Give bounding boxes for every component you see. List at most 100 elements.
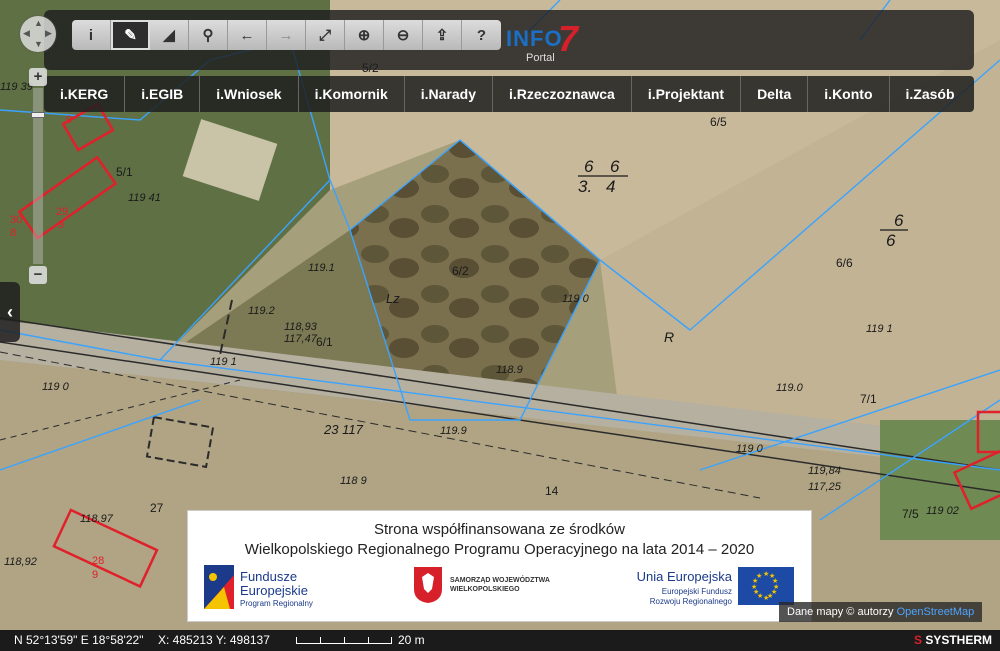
menu-item-komornik[interactable]: i.Komornik	[299, 76, 405, 112]
menu-item-konto[interactable]: i.Konto	[808, 76, 890, 112]
menu-item-zasob[interactable]: i.Zasób	[890, 76, 971, 112]
ruler-icon: ✎	[124, 27, 137, 44]
svg-text:★: ★	[763, 594, 769, 602]
building-label: 29	[56, 206, 68, 218]
building-label: 9	[58, 219, 64, 231]
search-button[interactable]: ⚲	[189, 20, 228, 50]
fraction-label: 4	[606, 177, 615, 196]
height-label: 118.97	[80, 513, 114, 525]
menu-item-delta[interactable]: Delta	[741, 76, 809, 112]
fe-title-2: Europejskie	[240, 583, 308, 598]
parcel-label: 6/5	[710, 115, 727, 129]
fraction-label: 6	[894, 211, 904, 230]
parcel-label: 6/1	[316, 335, 333, 349]
landuse-label: R	[664, 329, 674, 345]
fraction-label: 6	[584, 157, 594, 176]
help-icon: ?	[476, 26, 487, 44]
menu-item-projektant[interactable]: i.Projektant	[632, 76, 742, 112]
eagle-crest-icon	[414, 567, 442, 603]
share-button[interactable]: ⇪	[423, 20, 462, 50]
measure-button[interactable]: ✎	[111, 20, 150, 50]
fe-subtitle: Program Regionalny	[240, 599, 313, 608]
height-label: 119,84	[808, 465, 841, 477]
height-label: 117,25	[808, 481, 842, 493]
info-button[interactable]: i	[72, 20, 111, 50]
height-label: 119 02	[926, 505, 959, 517]
info7-logo: INFO 7 Portal	[506, 18, 596, 64]
geo-coordinates: N 52°13'59" E 18°58'22"	[14, 633, 144, 647]
menu-item-egib[interactable]: i.EGIB	[125, 76, 201, 112]
profile-icon: ◢	[163, 27, 175, 44]
height-label: 119 0	[562, 293, 590, 305]
zoom-in-button[interactable]: ⊕	[345, 20, 384, 50]
parcel-label: 7/1	[860, 392, 877, 406]
wk-line-1: SAMORZĄD WOJEWÓDZTWA	[450, 577, 550, 584]
ue-subtitle-1: Europejski Fundusz	[661, 587, 732, 596]
parcel-label: 27	[150, 501, 164, 515]
fundusze-europejskie-logo: Fundusze Europejskie Program Regionalny	[204, 565, 354, 613]
search-icon: ⚲	[202, 27, 214, 44]
height-label: 119.2	[248, 305, 275, 317]
zoom-minus-button[interactable]: −	[29, 266, 47, 284]
zoom-track[interactable]	[31, 88, 45, 264]
map-attribution: Dane mapy © autorzy OpenStreetMap	[779, 602, 983, 622]
banner-line-1: Strona współfinansowana ze środków	[374, 521, 625, 538]
side-panel-toggle[interactable]: ‹	[0, 282, 20, 342]
building-label: 8	[10, 227, 16, 239]
logo-text: INFO	[506, 26, 563, 51]
landuse-label: Lz	[386, 291, 400, 306]
height-label: 118.9	[496, 364, 523, 376]
forward-button[interactable]: →	[267, 20, 306, 50]
height-label: 119.0	[776, 382, 804, 394]
fraction-label: 3.	[578, 177, 592, 196]
help-button[interactable]: ?	[462, 20, 501, 50]
banner-line-2: Wielkopolskiego Regionalnego Programu Op…	[244, 541, 755, 558]
wk-line-2: WIELKOPOLSKIEGO	[450, 586, 520, 593]
ue-subtitle-2: Rozwoju Regionalnego	[649, 597, 732, 606]
height-label: 119 39	[0, 81, 33, 93]
pan-right-icon[interactable]: ▶	[45, 29, 52, 38]
scale-label: 20 m	[398, 633, 425, 647]
height-label: 119 0	[42, 381, 70, 393]
height-label: 119.1	[308, 262, 335, 274]
pan-up-icon[interactable]: ▲	[34, 19, 43, 28]
height-label: 119 0	[736, 443, 764, 455]
profile-button[interactable]: ◢	[150, 20, 189, 50]
zoom-out-button[interactable]: ⊖	[384, 20, 423, 50]
scale-bar	[296, 637, 392, 644]
osm-link[interactable]: OpenStreetMap	[897, 606, 975, 618]
zoom-out-icon: ⊖	[396, 27, 410, 44]
height-label: 118,93	[284, 321, 318, 333]
share-icon: ⇪	[435, 27, 449, 44]
back-button[interactable]: ←	[228, 20, 267, 50]
menu-item-wniosek[interactable]: i.Wniosek	[200, 76, 299, 112]
parcel-label: 6/6	[836, 256, 853, 270]
menu-item-narady[interactable]: i.Narady	[405, 76, 493, 112]
parcel-label: 14	[545, 484, 559, 498]
full-extent-button[interactable]: ⤢	[306, 20, 345, 50]
wielkopolska-logo: SAMORZĄD WOJEWÓDZTWA WIELKOPOLSKIEGO	[414, 567, 564, 611]
pan-control[interactable]: ▲ ▼ ◀ ▶	[20, 16, 56, 52]
ue-title: Unia Europejska	[636, 569, 732, 584]
building-label: 9	[92, 569, 98, 581]
parcel-label: 7/5	[902, 507, 919, 521]
fe-title-1: Fundusze	[240, 569, 298, 584]
eu-flag-icon: ★ ★★ ★★★ ★★★ ★★★	[738, 567, 794, 605]
pan-down-icon[interactable]: ▼	[34, 40, 43, 49]
pan-left-icon[interactable]: ◀	[23, 29, 30, 38]
menu-item-rzeczoznawca[interactable]: i.Rzeczoznawca	[493, 76, 632, 112]
zoom-slider: + −	[29, 68, 47, 284]
arrow-left-icon: ←	[239, 26, 255, 44]
logo-seven: 7	[558, 18, 579, 59]
arrow-right-icon: →	[278, 26, 294, 44]
zoom-plus-button[interactable]: +	[29, 68, 47, 86]
chevron-left-icon: ‹	[7, 301, 13, 322]
menu-item-kerg[interactable]: i.KERG	[44, 76, 126, 112]
info-icon: i	[88, 26, 94, 44]
height-label: 119 1	[210, 356, 237, 368]
zoom-handle[interactable]	[31, 112, 45, 118]
parcel-label: 5/1	[116, 165, 133, 179]
building-label: 9	[66, 114, 72, 126]
height-label: 117,47	[284, 333, 318, 345]
brand-text: SYSTHERM	[925, 633, 992, 647]
